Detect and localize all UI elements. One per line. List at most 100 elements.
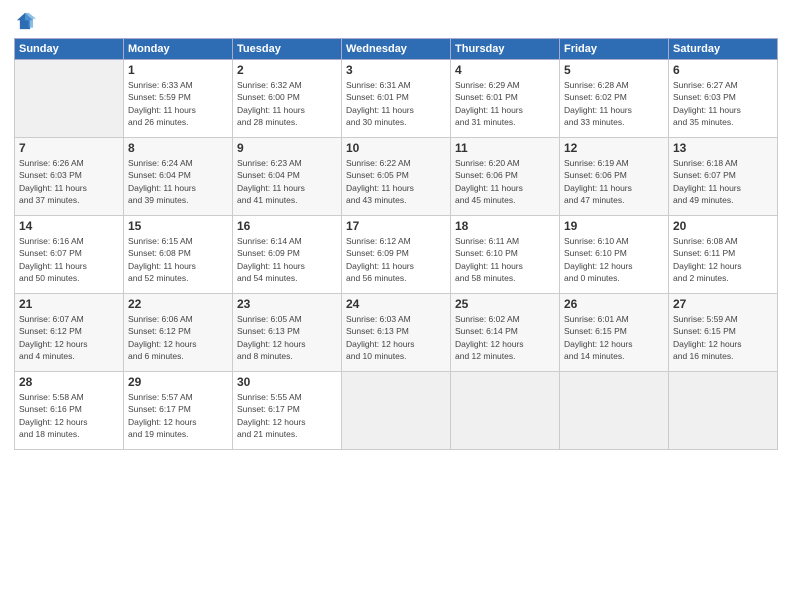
day-info: Sunrise: 6:20 AM Sunset: 6:06 PM Dayligh… bbox=[455, 157, 555, 206]
calendar-cell: 24 Sunrise: 6:03 AM Sunset: 6:13 PM Dayli… bbox=[342, 294, 451, 372]
day-number: 29 bbox=[128, 375, 228, 389]
calendar-week-4: 21 Sunrise: 6:07 AM Sunset: 6:12 PM Dayli… bbox=[15, 294, 778, 372]
day-info: Sunrise: 6:03 AM Sunset: 6:13 PM Dayligh… bbox=[346, 313, 446, 362]
day-number: 19 bbox=[564, 219, 664, 233]
calendar-cell: 8Sunrise: 6:24 AM Sunset: 6:04 PM Daylig… bbox=[124, 138, 233, 216]
day-number: 2 bbox=[237, 63, 337, 77]
day-number: 20 bbox=[673, 219, 773, 233]
day-info: Sunrise: 6:26 AM Sunset: 6:03 PM Dayligh… bbox=[19, 157, 119, 206]
calendar-cell: 2 Sunrise: 6:32 AM Sunset: 6:00 PM Daylig… bbox=[233, 60, 342, 138]
day-number: 6 bbox=[673, 63, 773, 77]
calendar-cell: 1 Sunrise: 6:33 AM Sunset: 5:59 PM Daylig… bbox=[124, 60, 233, 138]
calendar-cell bbox=[560, 372, 669, 450]
day-info: Sunrise: 6:07 AM Sunset: 6:12 PM Dayligh… bbox=[19, 313, 119, 362]
calendar-cell: 3Sunrise: 6:31 AM Sunset: 6:01 PM Daylig… bbox=[342, 60, 451, 138]
day-info: Sunrise: 6:05 AM Sunset: 6:13 PM Dayligh… bbox=[237, 313, 337, 362]
calendar-cell: 29 Sunrise: 5:57 AM Sunset: 6:17 PM Dayli… bbox=[124, 372, 233, 450]
day-info: Sunrise: 6:23 AM Sunset: 6:04 PM Dayligh… bbox=[237, 157, 337, 206]
day-number: 14 bbox=[19, 219, 119, 233]
day-info: Sunrise: 6:12 AM Sunset: 6:09 PM Dayligh… bbox=[346, 235, 446, 284]
day-number: 16 bbox=[237, 219, 337, 233]
day-info: Sunrise: 6:24 AM Sunset: 6:04 PM Dayligh… bbox=[128, 157, 228, 206]
day-info: Sunrise: 6:33 AM Sunset: 5:59 PM Dayligh… bbox=[128, 79, 228, 128]
calendar-cell: 22Sunrise: 6:06 AM Sunset: 6:12 PM Dayli… bbox=[124, 294, 233, 372]
weekday-header-tuesday: Tuesday bbox=[233, 39, 342, 60]
calendar-table: SundayMondayTuesdayWednesdayThursdayFrid… bbox=[14, 38, 778, 450]
page: SundayMondayTuesdayWednesdayThursdayFrid… bbox=[0, 0, 792, 612]
day-info: Sunrise: 6:02 AM Sunset: 6:14 PM Dayligh… bbox=[455, 313, 555, 362]
calendar-cell: 30 Sunrise: 5:55 AM Sunset: 6:17 PM Dayli… bbox=[233, 372, 342, 450]
calendar-week-1: 1 Sunrise: 6:33 AM Sunset: 5:59 PM Daylig… bbox=[15, 60, 778, 138]
day-info: Sunrise: 6:10 AM Sunset: 6:10 PM Dayligh… bbox=[564, 235, 664, 284]
calendar-cell: 15 Sunrise: 6:15 AM Sunset: 6:08 PM Dayli… bbox=[124, 216, 233, 294]
calendar-cell: 9 Sunrise: 6:23 AM Sunset: 6:04 PM Daylig… bbox=[233, 138, 342, 216]
day-info: Sunrise: 5:57 AM Sunset: 6:17 PM Dayligh… bbox=[128, 391, 228, 440]
weekday-header-wednesday: Wednesday bbox=[342, 39, 451, 60]
day-number: 10 bbox=[346, 141, 446, 155]
day-info: Sunrise: 5:58 AM Sunset: 6:16 PM Dayligh… bbox=[19, 391, 119, 440]
day-info: Sunrise: 6:16 AM Sunset: 6:07 PM Dayligh… bbox=[19, 235, 119, 284]
day-number: 26 bbox=[564, 297, 664, 311]
calendar-cell: 28 Sunrise: 5:58 AM Sunset: 6:16 PM Dayli… bbox=[15, 372, 124, 450]
calendar-cell: 5 Sunrise: 6:28 AM Sunset: 6:02 PM Daylig… bbox=[560, 60, 669, 138]
day-info: Sunrise: 6:11 AM Sunset: 6:10 PM Dayligh… bbox=[455, 235, 555, 284]
header bbox=[14, 10, 778, 32]
day-number: 27 bbox=[673, 297, 773, 311]
calendar-cell: 16 Sunrise: 6:14 AM Sunset: 6:09 PM Dayli… bbox=[233, 216, 342, 294]
weekday-header-row: SundayMondayTuesdayWednesdayThursdayFrid… bbox=[15, 39, 778, 60]
day-number: 7 bbox=[19, 141, 119, 155]
calendar-cell: 20 Sunrise: 6:08 AM Sunset: 6:11 PM Dayli… bbox=[669, 216, 778, 294]
calendar-week-2: 7 Sunrise: 6:26 AM Sunset: 6:03 PM Daylig… bbox=[15, 138, 778, 216]
calendar-week-3: 14 Sunrise: 6:16 AM Sunset: 6:07 PM Dayli… bbox=[15, 216, 778, 294]
day-info: Sunrise: 6:06 AM Sunset: 6:12 PM Dayligh… bbox=[128, 313, 228, 362]
day-number: 17 bbox=[346, 219, 446, 233]
calendar-cell bbox=[15, 60, 124, 138]
day-info: Sunrise: 6:15 AM Sunset: 6:08 PM Dayligh… bbox=[128, 235, 228, 284]
day-number: 12 bbox=[564, 141, 664, 155]
calendar-cell: 6 Sunrise: 6:27 AM Sunset: 6:03 PM Daylig… bbox=[669, 60, 778, 138]
logo bbox=[14, 10, 40, 32]
day-info: Sunrise: 6:22 AM Sunset: 6:05 PM Dayligh… bbox=[346, 157, 446, 206]
calendar-cell: 27 Sunrise: 5:59 AM Sunset: 6:15 PM Dayli… bbox=[669, 294, 778, 372]
day-number: 23 bbox=[237, 297, 337, 311]
day-number: 21 bbox=[19, 297, 119, 311]
day-info: Sunrise: 6:19 AM Sunset: 6:06 PM Dayligh… bbox=[564, 157, 664, 206]
day-number: 4 bbox=[455, 63, 555, 77]
day-info: Sunrise: 6:14 AM Sunset: 6:09 PM Dayligh… bbox=[237, 235, 337, 284]
day-info: Sunrise: 6:27 AM Sunset: 6:03 PM Dayligh… bbox=[673, 79, 773, 128]
day-info: Sunrise: 6:29 AM Sunset: 6:01 PM Dayligh… bbox=[455, 79, 555, 128]
calendar-week-5: 28 Sunrise: 5:58 AM Sunset: 6:16 PM Dayli… bbox=[15, 372, 778, 450]
day-info: Sunrise: 6:28 AM Sunset: 6:02 PM Dayligh… bbox=[564, 79, 664, 128]
day-info: Sunrise: 5:55 AM Sunset: 6:17 PM Dayligh… bbox=[237, 391, 337, 440]
day-info: Sunrise: 6:01 AM Sunset: 6:15 PM Dayligh… bbox=[564, 313, 664, 362]
calendar-cell bbox=[342, 372, 451, 450]
day-info: Sunrise: 5:59 AM Sunset: 6:15 PM Dayligh… bbox=[673, 313, 773, 362]
day-number: 18 bbox=[455, 219, 555, 233]
weekday-header-friday: Friday bbox=[560, 39, 669, 60]
day-number: 28 bbox=[19, 375, 119, 389]
logo-icon bbox=[14, 10, 36, 32]
day-number: 15 bbox=[128, 219, 228, 233]
calendar-cell: 12 Sunrise: 6:19 AM Sunset: 6:06 PM Dayli… bbox=[560, 138, 669, 216]
day-number: 3 bbox=[346, 63, 446, 77]
weekday-header-sunday: Sunday bbox=[15, 39, 124, 60]
calendar-cell: 14 Sunrise: 6:16 AM Sunset: 6:07 PM Dayli… bbox=[15, 216, 124, 294]
day-number: 13 bbox=[673, 141, 773, 155]
day-info: Sunrise: 6:18 AM Sunset: 6:07 PM Dayligh… bbox=[673, 157, 773, 206]
weekday-header-thursday: Thursday bbox=[451, 39, 560, 60]
day-info: Sunrise: 6:32 AM Sunset: 6:00 PM Dayligh… bbox=[237, 79, 337, 128]
day-number: 30 bbox=[237, 375, 337, 389]
calendar-cell: 4 Sunrise: 6:29 AM Sunset: 6:01 PM Daylig… bbox=[451, 60, 560, 138]
weekday-header-monday: Monday bbox=[124, 39, 233, 60]
day-number: 9 bbox=[237, 141, 337, 155]
calendar-cell: 13 Sunrise: 6:18 AM Sunset: 6:07 PM Dayli… bbox=[669, 138, 778, 216]
calendar-cell: 10 Sunrise: 6:22 AM Sunset: 6:05 PM Dayli… bbox=[342, 138, 451, 216]
day-number: 24 bbox=[346, 297, 446, 311]
day-info: Sunrise: 6:08 AM Sunset: 6:11 PM Dayligh… bbox=[673, 235, 773, 284]
calendar-cell: 18 Sunrise: 6:11 AM Sunset: 6:10 PM Dayli… bbox=[451, 216, 560, 294]
day-number: 1 bbox=[128, 63, 228, 77]
day-number: 5 bbox=[564, 63, 664, 77]
day-number: 11 bbox=[455, 141, 555, 155]
day-number: 25 bbox=[455, 297, 555, 311]
calendar-cell: 21 Sunrise: 6:07 AM Sunset: 6:12 PM Dayli… bbox=[15, 294, 124, 372]
